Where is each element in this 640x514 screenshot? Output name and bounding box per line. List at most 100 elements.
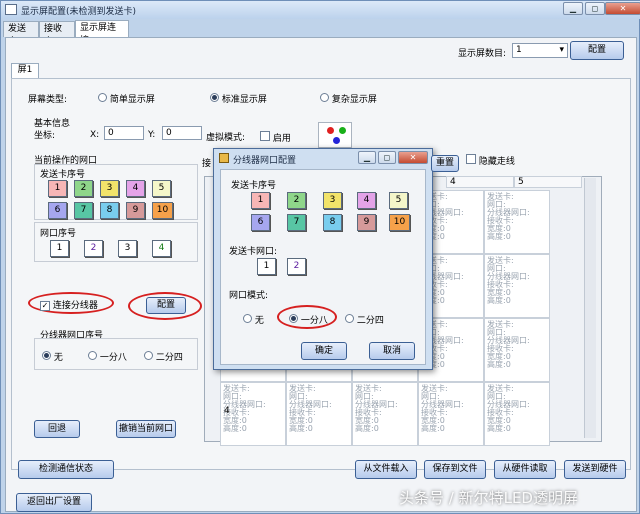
tab-send-card[interactable]: 发送卡 [3,21,39,47]
dialog-send-card-4[interactable]: 4 [357,192,376,209]
radio-complex-label: 复杂显示屏 [331,95,377,105]
grid-cell-line: 高度:0 [487,424,511,433]
grid-cell[interactable]: 发送卡:网口:分线器网口:接收卡:宽度:0高度:0 [484,254,550,318]
screen-config-button[interactable]: 配置 [570,41,624,60]
port-4[interactable]: 4 [152,240,171,257]
send-card-3[interactable]: 3 [100,180,119,197]
port-1[interactable]: 1 [50,240,69,257]
dialog-mode-none[interactable]: 无 [243,313,264,326]
tab-receive-card[interactable]: 接收卡 [39,21,75,47]
grid-side-label: 接 [202,159,212,169]
grid-cell[interactable]: 发送卡:网口:分线器网口:接收卡:宽度:0高度:0 [484,382,550,446]
send-card-1[interactable]: 1 [48,180,67,197]
grid-reset-button[interactable]: 重置 [431,155,459,172]
dialog-send-card-2[interactable]: 2 [287,192,306,209]
screen-count-select[interactable]: 1 ▾ [512,43,568,58]
save-file-button[interactable]: 保存到文件 [424,460,486,479]
dialog-send-card-10[interactable]: 10 [389,214,410,231]
splitter-radio-none-circle [42,351,51,360]
load-file-button[interactable]: 从文件载入 [355,460,417,479]
dialog-minimize-button[interactable]: ▁ [358,151,376,164]
splitter-radio-none[interactable]: 无 [42,350,63,363]
send-card-2[interactable]: 2 [74,180,93,197]
tab-screen-connect[interactable]: 显示屏连接 [75,20,129,46]
grid-cell-line: 高度:0 [289,424,313,433]
dialog-port-1[interactable]: 1 [257,258,276,275]
x-input[interactable]: 0 [104,126,144,140]
dialog-send-card-5[interactable]: 5 [389,192,408,209]
enable-checkbox-box [260,131,270,141]
splitter-radio-2to4-label: 二分四 [155,353,183,363]
radio-complex-circle [320,93,329,102]
hide-lines-label: 隐藏走线 [478,157,515,167]
grid-cell[interactable]: 发送卡:网口:分线器网口:接收卡:宽度:0高度:0 [484,318,550,382]
grid-cell-line: 高度:0 [487,360,511,369]
send-hardware-button[interactable]: 发送到硬件 [564,460,626,479]
coord-label: 坐标: [34,131,56,141]
port-label: 网口序号 [40,229,77,239]
dialog-send-card-1[interactable]: 1 [251,192,270,209]
send-card-10[interactable]: 10 [152,202,173,219]
splitter-config-dialog: 分线器网口配置 ▁ ◻ ✕ 发送卡序号 1 2 3 4 5 6 7 8 9 10… [213,148,433,370]
close-button[interactable]: ✕ [605,2,640,15]
splitter-radio-2to4[interactable]: 二分四 [144,350,183,363]
grid-cell-line: 高度:0 [487,232,511,241]
radio-standard[interactable]: 标准显示屏 [210,92,267,105]
splitter-radio-1to8[interactable]: 一分八 [88,350,127,363]
send-card-5[interactable]: 5 [152,180,171,197]
y-label: Y: [148,130,156,140]
dialog-send-card-8[interactable]: 8 [323,214,342,231]
dialog-port-label: 发送卡网口: [229,247,278,257]
grid-scrollbar[interactable] [584,178,596,438]
send-card-6[interactable]: 6 [48,202,67,219]
dialog-ok-button[interactable]: 确定 [301,342,347,360]
y-input[interactable]: 0 [162,126,202,140]
dialog-close-button[interactable]: ✕ [398,151,428,164]
minimize-button[interactable]: ▁ [563,2,583,15]
dialog-send-card-6[interactable]: 6 [251,214,270,231]
grid-cell[interactable]: 发送卡:网口:分线器网口:接收卡:宽度:0高度:0 [286,382,352,446]
grid-cell[interactable]: 发送卡:网口:分线器网口:接收卡:宽度:0高度:0 [352,382,418,446]
send-card-9[interactable]: 9 [126,202,145,219]
back-button[interactable]: 回退 [34,420,80,438]
port-3[interactable]: 3 [118,240,137,257]
dialog-cancel-button[interactable]: 取消 [369,342,415,360]
dialog-send-card-7[interactable]: 7 [287,214,306,231]
send-card-4[interactable]: 4 [126,180,145,197]
grid-cell[interactable]: 发送卡:网口:分线器网口:接收卡:宽度:0高度:0 [418,382,484,446]
send-card-8[interactable]: 8 [100,202,119,219]
port-2[interactable]: 2 [84,240,103,257]
dialog-port-2[interactable]: 2 [287,258,306,275]
radio-simple[interactable]: 简单显示屏 [98,92,155,105]
send-card-label: 发送卡序号 [40,170,86,180]
dialog-send-card-9[interactable]: 9 [357,214,376,231]
hide-lines-checkbox[interactable]: 隐藏走线 [466,154,515,167]
grid-col-4: 4 [446,176,514,188]
dialog-maximize-button[interactable]: ◻ [378,151,396,164]
tab-screen-1[interactable]: 屏1 [11,63,39,78]
screen-type-label: 屏幕类型: [28,95,68,105]
read-hardware-button[interactable]: 从硬件读取 [494,460,556,479]
splitter-checkbox[interactable]: ✓ 连接分线器 [40,298,98,311]
dialog-send-card-3[interactable]: 3 [323,192,342,209]
dialog-mode-1to8[interactable]: 一分八 [289,313,328,326]
detect-comm-button[interactable]: 检测通信状态 [18,460,114,479]
splitter-radio-none-label: 无 [53,353,63,363]
send-card-7[interactable]: 7 [74,202,93,219]
radio-complex[interactable]: 复杂显示屏 [320,92,377,105]
grid-cell-line: 高度:0 [355,424,379,433]
radio-standard-label: 标准显示屏 [221,95,267,105]
dialog-icon [219,153,229,163]
undo-port-button[interactable]: 撤销当前网口 [116,420,176,438]
enable-checkbox[interactable]: 启用 [260,131,291,144]
virtual-mode-label: 虚拟模式: [206,133,246,143]
dialog-mode-1to8-label: 一分八 [300,316,328,326]
factory-reset-button[interactable]: 返回出厂设置 [16,493,92,512]
grid-cell[interactable]: 发送卡:网口:分线器网口:接收卡:宽度:0高度:0 [484,190,550,254]
grid-col-5: 5 [514,176,582,188]
dialog-mode-2to4[interactable]: 二分四 [345,313,384,326]
splitter-config-button[interactable]: 配置 [146,297,186,314]
dialog-mode-2to4-label: 二分四 [356,316,384,326]
maximize-button[interactable]: ◻ [585,2,605,15]
splitter-radio-2to4-circle [144,351,153,360]
